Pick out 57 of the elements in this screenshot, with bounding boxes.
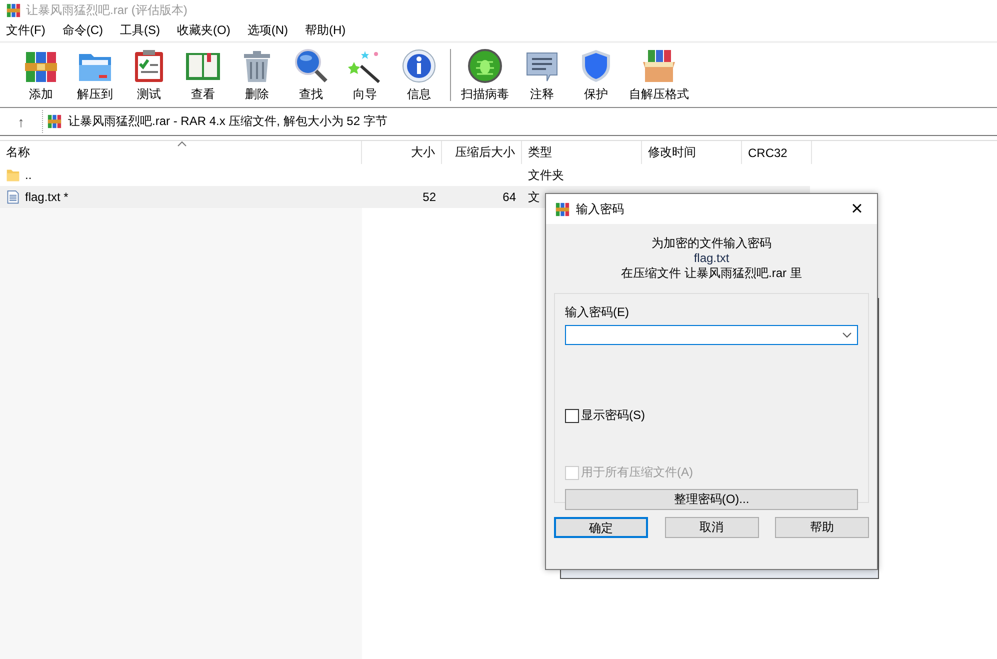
file-name: flag.txt * (25, 190, 68, 204)
address-field[interactable]: 让暴风雨猛烈吧.rar - RAR 4.x 压缩文件, 解包大小为 52 字节 (42, 110, 997, 133)
up-button[interactable]: ↑ (0, 114, 42, 130)
archive-path: 让暴风雨猛烈吧.rar - RAR 4.x 压缩文件, 解包大小为 52 字节 (68, 113, 388, 130)
field-label: 输入密码(E) (565, 304, 630, 321)
checkbox[interactable]: 显示密码(S) (565, 407, 858, 424)
column-header[interactable]: 修改时间 (642, 141, 742, 164)
password-field[interactable] (565, 325, 858, 345)
toolbar-button[interactable]: 保护 (569, 48, 623, 102)
menu-item[interactable]: 帮助(H) (305, 22, 346, 39)
table-cell-text: 文件夹 (527, 166, 565, 184)
magnifier-icon (293, 48, 329, 84)
column-header[interactable]: 类型 (522, 141, 642, 164)
toolbar-button[interactable]: 查看 (176, 48, 230, 102)
dialog-message: 为加密的文件输入密码 (650, 236, 772, 251)
info-icon (401, 48, 437, 84)
menu-item[interactable]: 收藏夹(O) (177, 22, 230, 39)
file-row[interactable]: .. 文件夹 (0, 164, 810, 186)
file-name: .. (25, 168, 32, 182)
toolbar-button[interactable]: 扫描病毒 (455, 48, 515, 102)
document-icon (6, 189, 20, 205)
toolbar-button[interactable]: 注释 (515, 48, 569, 102)
toolbar-button[interactable]: 删除 (230, 48, 284, 102)
window-title: 让暴风雨猛烈吧.rar (评估版本) (26, 2, 188, 18)
box-icon (641, 48, 677, 84)
table-cell-text: 文 (527, 188, 541, 206)
organize-passwords-button[interactable]: 整理密码(O)... (565, 489, 858, 510)
books-icon (6, 2, 21, 18)
table-cell-text: 52 (422, 189, 437, 206)
toolbar-button[interactable]: 添加 (14, 48, 68, 102)
dialog-button[interactable]: 帮助 (775, 517, 869, 538)
toolbar-button[interactable]: 解压到 (68, 48, 122, 102)
menu-item[interactable]: 选项(N) (247, 22, 288, 39)
toolbar-button[interactable]: 测试 (122, 48, 176, 102)
column-header[interactable]: 名称 (0, 141, 362, 164)
books-icon (47, 114, 62, 129)
menu-item[interactable]: 工具(S) (120, 22, 160, 39)
file-name: flag.txt (692, 251, 730, 266)
dialog-message: 在压缩文件 让暴风雨猛烈吧.rar 里 (620, 266, 803, 281)
column-header[interactable]: 大小 (362, 141, 442, 164)
menu-item[interactable]: 命令(C) (62, 22, 103, 39)
column-header[interactable]: 压缩后大小 (442, 141, 522, 164)
dialog-button[interactable]: 取消 (664, 517, 758, 538)
bug-icon (467, 48, 503, 84)
toolbar-button[interactable]: 信息 (392, 48, 446, 102)
toolbar-button[interactable]: 查找 (284, 48, 338, 102)
toolbar-button[interactable]: 向导 (338, 48, 392, 102)
chevron-down-icon (842, 332, 852, 338)
table-cell-text: 64 (502, 189, 517, 206)
books-icon (555, 202, 570, 216)
dialog-button[interactable]: 确定 (554, 517, 648, 538)
close-button[interactable]: × (837, 198, 877, 220)
sort-caret-icon (177, 141, 187, 147)
folder-icon (6, 167, 20, 183)
toolbar-button[interactable]: 自解压格式 (623, 48, 695, 102)
column-header[interactable]: CRC32 (742, 141, 812, 164)
menu-item[interactable]: 文件(F) (6, 22, 46, 39)
